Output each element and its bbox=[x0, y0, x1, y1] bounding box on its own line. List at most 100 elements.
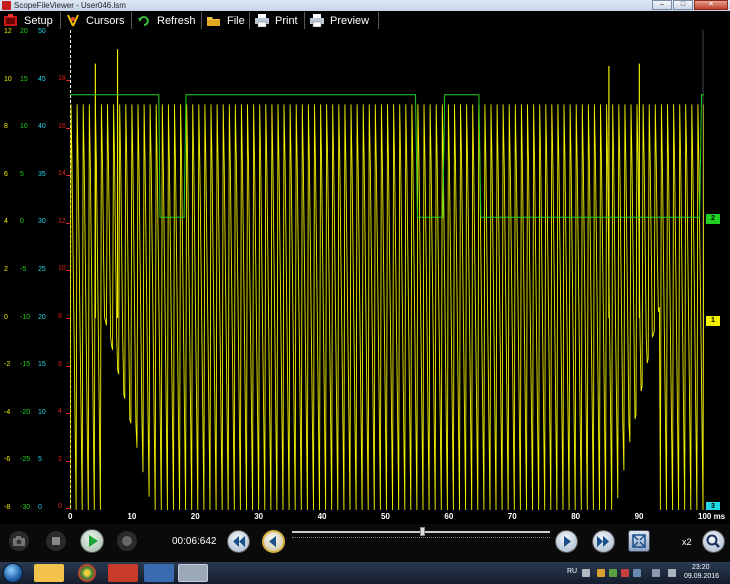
toolbar-divider bbox=[60, 12, 61, 29]
record-icon bbox=[122, 536, 132, 546]
timeline-thumb[interactable] bbox=[420, 527, 425, 536]
print-preview-icon bbox=[310, 14, 324, 28]
fast-rewind-button[interactable] bbox=[227, 530, 250, 553]
step-forward-button[interactable] bbox=[555, 530, 578, 553]
file-button[interactable]: File bbox=[207, 11, 245, 30]
y-tick-label-green: 0 bbox=[20, 218, 24, 226]
toolbar-divider bbox=[131, 12, 132, 29]
chrome-taskbar-icon[interactable] bbox=[78, 564, 96, 582]
expand-icon bbox=[632, 534, 646, 548]
y-tick-label-green: -20 bbox=[20, 408, 31, 416]
x-tick-label: 10 bbox=[127, 512, 137, 521]
play-icon bbox=[89, 535, 98, 547]
zoom-button[interactable] bbox=[702, 530, 725, 553]
speaker-app-taskbar-icon[interactable] bbox=[144, 564, 174, 582]
setup-label: Setup bbox=[24, 14, 53, 27]
x-tick-label: 0 bbox=[68, 512, 73, 521]
tray-monitor-icon[interactable] bbox=[652, 569, 660, 577]
refresh-button[interactable]: Refresh bbox=[137, 11, 196, 30]
y-tick-label-red: 14 bbox=[58, 170, 66, 178]
tray-app-icon[interactable] bbox=[597, 569, 605, 577]
y-tick-label-yellow: 8 bbox=[4, 123, 8, 131]
chevron-left-icon bbox=[269, 536, 276, 547]
y-tick-label-yellow: 6 bbox=[4, 170, 8, 178]
step-back-button[interactable] bbox=[262, 530, 285, 553]
snapshot-button[interactable] bbox=[9, 531, 29, 551]
clock-time[interactable]: 23:20 bbox=[692, 564, 710, 571]
yandex-taskbar-icon[interactable] bbox=[108, 564, 138, 582]
toolbar-divider bbox=[201, 12, 202, 29]
toolbar-divider bbox=[249, 12, 250, 29]
y-tick-label-yellow: -2 bbox=[4, 361, 11, 369]
scopefileviewer-taskbar-icon[interactable] bbox=[178, 564, 208, 582]
y-tick-label-red: 8 bbox=[58, 313, 62, 320]
x-tick-label: 90 bbox=[634, 512, 644, 521]
toolbar: Setup Cursors Refresh File Print Preview bbox=[0, 11, 730, 30]
channel-marker-2[interactable]: 2 bbox=[706, 214, 720, 224]
y-tick-label-cyan: 30 bbox=[38, 218, 46, 226]
cursors-button[interactable]: Cursors bbox=[66, 11, 125, 30]
y-tick-label-red: 16 bbox=[58, 122, 66, 130]
y-tick-label-cyan: 15 bbox=[38, 361, 46, 369]
y-tick-label-red: 18 bbox=[58, 75, 66, 82]
x-tick-label: 20 bbox=[190, 512, 200, 521]
stop-icon bbox=[52, 537, 60, 545]
printer-icon bbox=[255, 14, 269, 28]
x-tick-label: 80 bbox=[571, 512, 581, 521]
tray-arrow-icon[interactable] bbox=[582, 569, 590, 577]
tray-volume-icon[interactable] bbox=[668, 569, 676, 577]
file-label: File bbox=[227, 14, 245, 27]
preview-button[interactable]: Preview bbox=[310, 11, 369, 30]
y-tick-label-yellow: 10 bbox=[4, 75, 12, 83]
scope-plot[interactable] bbox=[70, 30, 704, 510]
x-tick-label: 60 bbox=[444, 512, 454, 521]
y-tick-label-red: 4 bbox=[58, 408, 62, 416]
y-tick-label-yellow: 12 bbox=[4, 28, 12, 35]
y-tick-label-yellow: 2 bbox=[4, 266, 8, 273]
taskbar: RU 23:20 09.09.2016 bbox=[0, 562, 730, 584]
stop-button[interactable] bbox=[46, 531, 66, 551]
chevron-right-icon bbox=[564, 536, 571, 547]
tray-security-icon[interactable] bbox=[621, 569, 629, 577]
minimize-button[interactable]: – bbox=[652, 0, 672, 10]
y-tick-label-red: 10 bbox=[58, 265, 66, 273]
channel-marker-1[interactable]: 1 bbox=[706, 316, 720, 326]
tray-flag-icon[interactable] bbox=[633, 569, 641, 577]
clock-date[interactable]: 09.09.2016 bbox=[684, 573, 719, 580]
y-tick-label-yellow: -4 bbox=[4, 408, 11, 416]
fit-view-button[interactable] bbox=[628, 530, 650, 552]
preview-label: Preview bbox=[330, 14, 370, 27]
y-tick-label-red: 12 bbox=[58, 217, 66, 225]
y-tick-label-green: 20 bbox=[20, 28, 28, 35]
cursors-icon bbox=[66, 14, 80, 27]
x-tick-label: 50 bbox=[381, 512, 390, 521]
y-tick-label-green: -10 bbox=[20, 313, 31, 321]
tray-network-icon[interactable] bbox=[609, 569, 617, 577]
y-tick-label-yellow: 4 bbox=[4, 218, 8, 226]
play-button[interactable] bbox=[80, 529, 104, 553]
magnifier-icon bbox=[706, 534, 720, 548]
language-indicator[interactable]: RU bbox=[567, 568, 577, 575]
y-tick-label-cyan: 20 bbox=[38, 313, 46, 321]
y-tick-label-green: -15 bbox=[20, 361, 31, 369]
x-tick-label: 100 ms bbox=[698, 512, 726, 521]
x-tick-label: 70 bbox=[507, 512, 517, 521]
y-tick-label-red: 6 bbox=[58, 360, 62, 368]
refresh-label: Refresh bbox=[157, 14, 196, 27]
y-tick-label-cyan: 50 bbox=[38, 28, 46, 35]
refresh-icon bbox=[137, 14, 151, 27]
start-button[interactable] bbox=[3, 563, 23, 583]
fast-forward-button[interactable] bbox=[592, 530, 615, 553]
maximize-button[interactable]: □ bbox=[673, 0, 693, 10]
explorer-taskbar-icon[interactable] bbox=[34, 564, 64, 582]
y-tick-label-yellow: -6 bbox=[4, 456, 11, 464]
camera-icon bbox=[13, 536, 25, 546]
close-button[interactable]: ✕ bbox=[694, 0, 728, 10]
y-tick-label-yellow: 0 bbox=[4, 313, 8, 321]
double-chevron-right-icon bbox=[597, 536, 609, 547]
y-tick-label-cyan: 10 bbox=[38, 408, 46, 416]
print-button[interactable]: Print bbox=[255, 11, 298, 30]
record-button[interactable] bbox=[117, 531, 137, 551]
x-tick-label: 40 bbox=[317, 512, 327, 521]
time-readout: 00:06:642 bbox=[172, 536, 217, 547]
